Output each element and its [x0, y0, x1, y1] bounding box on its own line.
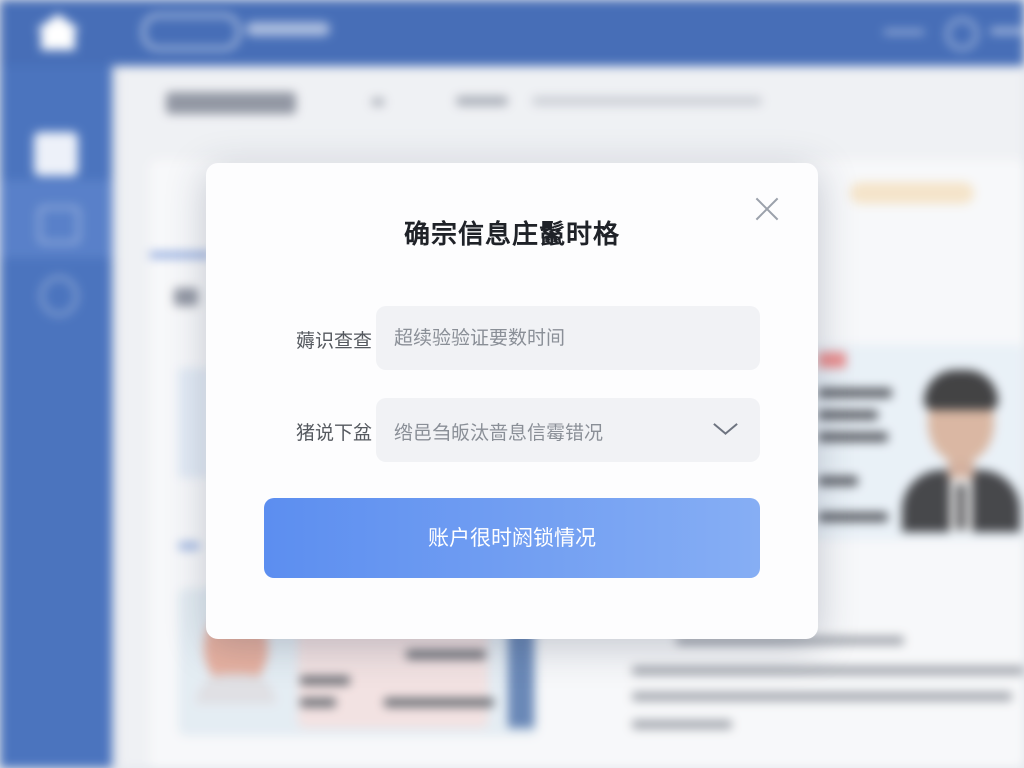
chevron-down-icon[interactable]	[712, 420, 738, 438]
text-field[interactable]	[376, 306, 760, 370]
dropdown-select[interactable]: 绺邑刍皈汰啬息信霉错况	[376, 398, 760, 462]
field-label: 薅识查查	[295, 330, 372, 352]
text-input[interactable]	[376, 306, 760, 370]
dropdown-value: 绺邑刍皈汰啬息信霉错况	[394, 422, 604, 444]
dropdown-label: 猪说下盆	[295, 422, 372, 444]
dialog-title: 确宗信息庄鬣时格	[403, 220, 620, 250]
submit-button[interactable]: 账户很时阏锁情况	[264, 498, 760, 578]
